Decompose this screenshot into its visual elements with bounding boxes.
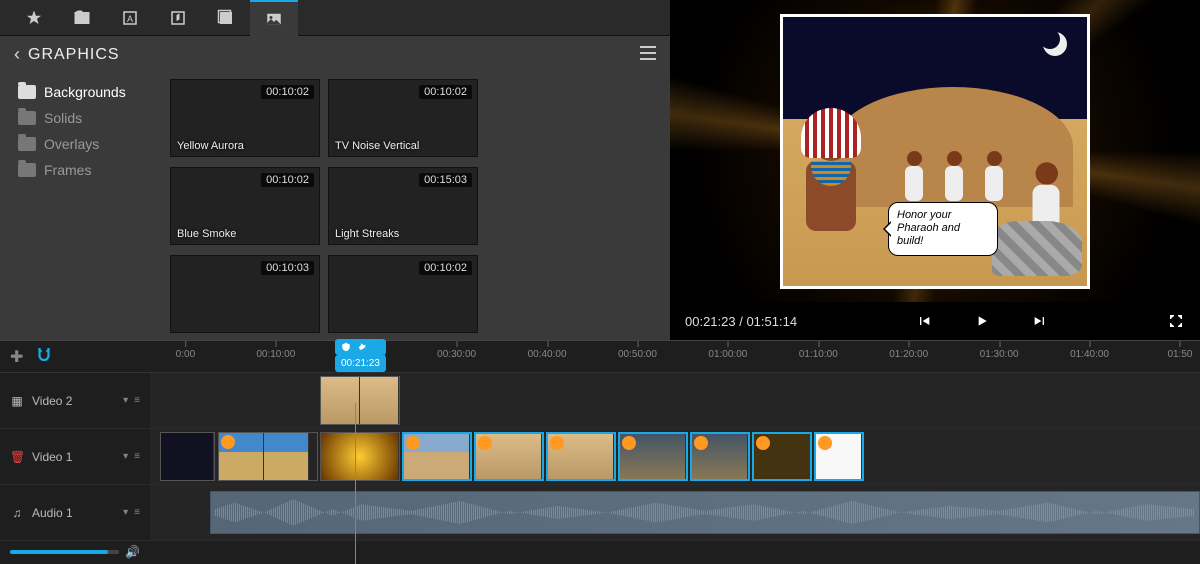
track-menu-icon[interactable]: ▾ [123, 451, 128, 462]
magnet-snap-button[interactable] [35, 345, 53, 368]
fullscreen-button[interactable] [1167, 312, 1185, 330]
asset-thumb[interactable]: 00:10:02Yellow Aurora [170, 79, 320, 157]
video-clip[interactable] [218, 432, 318, 481]
folder-backgrounds[interactable]: Backgrounds [18, 79, 170, 105]
asset-thumb[interactable]: 00:10:02TV Noise Vertical [328, 79, 478, 157]
track-options-icon[interactable]: ≡ [134, 451, 140, 462]
audio-clip[interactable] [210, 491, 1200, 534]
pharaoh-character [793, 116, 868, 266]
timeline: ✚ 0:00 00:10:00 00:20:00 00:30:00 00:40:… [0, 340, 1200, 564]
graphics-panel: A ‹ GRAPHICS Backgrounds Solids Overlays… [0, 0, 670, 340]
asset-thumb[interactable]: 00:15:03Light Streaks [328, 167, 478, 245]
volume-control: 🔊 [0, 541, 150, 563]
prev-frame-button[interactable] [915, 312, 933, 330]
volume-icon[interactable]: 🔊 [125, 545, 140, 559]
video-clip[interactable] [752, 432, 812, 481]
playhead-line [355, 403, 356, 564]
video-clip[interactable] [160, 432, 215, 481]
source-tabs: A [0, 0, 670, 36]
folder-solids[interactable]: Solids [18, 105, 170, 131]
timecode-display: 00:21:23 / 01:51:14 [685, 314, 797, 329]
thumbnail-grid: 00:10:02Yellow Aurora 00:10:02TV Noise V… [170, 73, 670, 340]
video-clip[interactable] [546, 432, 616, 481]
track-audio1: ♫ Audio 1 ▾≡ [0, 485, 1200, 541]
speech-bubble: Honor your Pharaoh and build! [888, 202, 998, 256]
folder-frames[interactable]: Frames [18, 157, 170, 183]
video-clip[interactable] [814, 432, 864, 481]
folder-icon [18, 111, 36, 125]
playhead[interactable]: 00:21:23 [335, 339, 386, 372]
list-view-icon[interactable] [640, 46, 656, 63]
preview-frame: Honor your Pharaoh and build! [780, 14, 1090, 289]
back-icon[interactable]: ‹ [14, 44, 20, 65]
tab-audio[interactable] [154, 0, 202, 36]
preview-panel: Honor your Pharaoh and build! 00:21:23 /… [670, 0, 1200, 340]
track-video1: 🗑 Video 1 ▾≡ [0, 429, 1200, 485]
track-menu-icon[interactable]: ▾ [123, 507, 128, 518]
tab-effects[interactable] [202, 0, 250, 36]
video-clip[interactable] [320, 432, 400, 481]
video-clip[interactable] [474, 432, 544, 481]
folder-icon [18, 85, 36, 99]
folder-icon [18, 137, 36, 151]
video-clip[interactable] [402, 432, 472, 481]
music-icon: ♫ [10, 506, 24, 520]
svg-text:A: A [127, 13, 133, 23]
asset-thumb[interactable]: 00:10:02 [328, 255, 478, 333]
play-button[interactable] [973, 312, 991, 330]
track-options-icon[interactable]: ≡ [134, 507, 140, 518]
tab-favorites[interactable] [10, 0, 58, 36]
video-clip[interactable] [618, 432, 688, 481]
track-options-icon[interactable]: ≡ [134, 395, 140, 406]
folder-list: Backgrounds Solids Overlays Frames [0, 73, 170, 340]
folder-icon [18, 163, 36, 177]
tab-text[interactable]: A [106, 0, 154, 36]
preview-viewport[interactable]: Honor your Pharaoh and build! [670, 0, 1200, 302]
folder-overlays[interactable]: Overlays [18, 131, 170, 157]
track-video2: ▦ Video 2 ▾≡ [0, 373, 1200, 429]
video-clip[interactable] [690, 432, 750, 481]
track-type-icon: ▦ [10, 394, 24, 408]
video-clip[interactable] [320, 376, 400, 425]
panel-title: GRAPHICS [28, 46, 120, 64]
asset-thumb[interactable]: 00:10:02Blue Smoke [170, 167, 320, 245]
next-frame-button[interactable] [1031, 312, 1049, 330]
volume-slider[interactable] [10, 550, 119, 554]
tab-media[interactable] [58, 0, 106, 36]
preview-controls: 00:21:23 / 01:51:14 [670, 302, 1200, 340]
add-track-button[interactable]: ✚ [10, 347, 23, 367]
asset-thumb[interactable]: 00:10:03 [170, 255, 320, 333]
track-menu-icon[interactable]: ▾ [123, 395, 128, 406]
tab-graphics[interactable] [250, 0, 298, 36]
trash-icon[interactable]: 🗑 [10, 450, 24, 464]
moon-graphic [1043, 32, 1067, 56]
